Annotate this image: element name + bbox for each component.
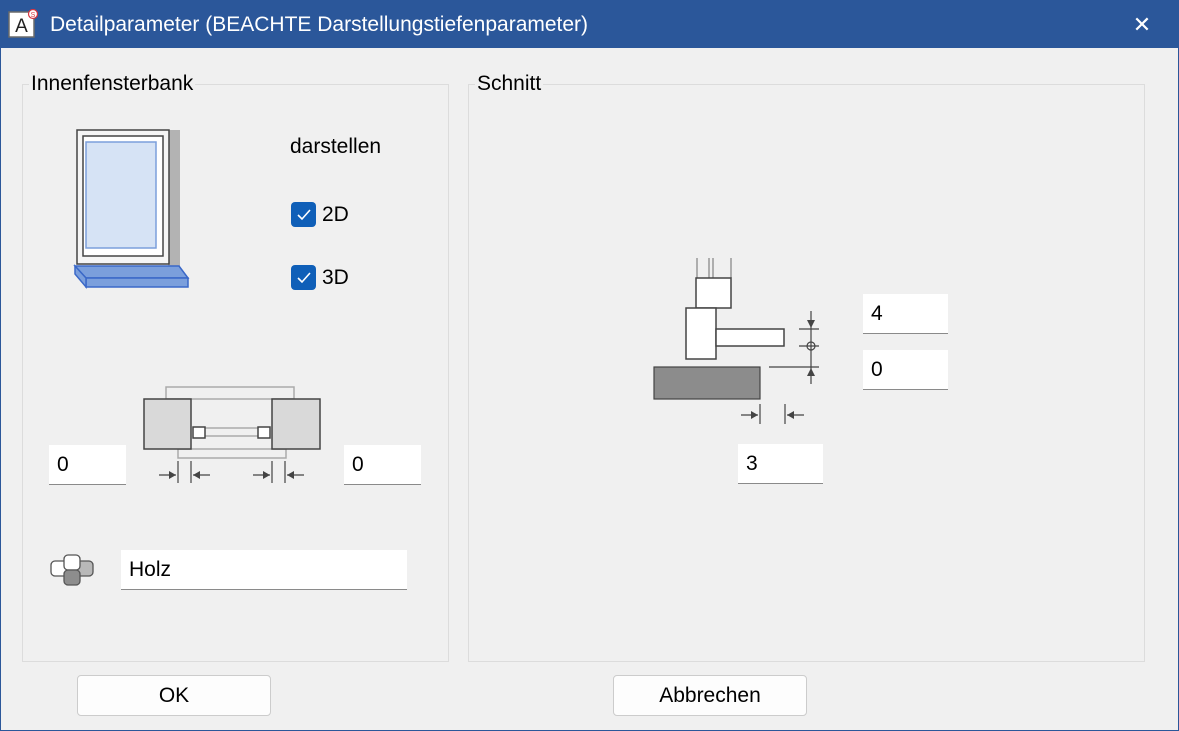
title-bar[interactable]: A S Detailparameter (BEACHTE Darstellung… bbox=[1, 1, 1178, 48]
show-label: darstellen bbox=[290, 135, 382, 158]
section-group-label: Schnitt bbox=[475, 72, 544, 96]
checkbox-3d[interactable] bbox=[291, 265, 316, 290]
close-button[interactable]: ✕ bbox=[1106, 1, 1178, 48]
ok-button[interactable]: OK bbox=[77, 675, 271, 716]
material-field[interactable] bbox=[121, 550, 407, 590]
sill-plan-diagram bbox=[143, 386, 321, 483]
cancel-button[interactable]: Abbrechen bbox=[613, 675, 807, 716]
dialog-window: A S Detailparameter (BEACHTE Darstellung… bbox=[0, 0, 1179, 731]
close-icon: ✕ bbox=[1132, 11, 1152, 37]
checkbox-3d-label: 3D bbox=[322, 266, 349, 289]
section-middle-field[interactable] bbox=[863, 350, 948, 390]
app-icon: A S bbox=[8, 8, 39, 39]
material-icon[interactable] bbox=[49, 553, 97, 589]
window-sill-illustration bbox=[73, 129, 190, 290]
section-diagram bbox=[653, 258, 819, 424]
section-top-field[interactable] bbox=[863, 294, 948, 334]
checkmark-icon bbox=[296, 208, 311, 220]
checkbox-2d-label: 2D bbox=[322, 203, 349, 226]
section-bottom-field[interactable] bbox=[738, 444, 823, 484]
left-offset-field[interactable] bbox=[49, 445, 126, 485]
inner-sill-group-label: Innenfensterbank bbox=[29, 72, 196, 96]
svg-text:A: A bbox=[15, 16, 28, 37]
checkbox-2d[interactable] bbox=[291, 202, 316, 227]
checkmark-icon bbox=[296, 271, 311, 283]
window-title: Detailparameter (BEACHTE Darstellungstie… bbox=[50, 13, 589, 36]
right-offset-field[interactable] bbox=[344, 445, 421, 485]
svg-text:S: S bbox=[31, 12, 36, 19]
